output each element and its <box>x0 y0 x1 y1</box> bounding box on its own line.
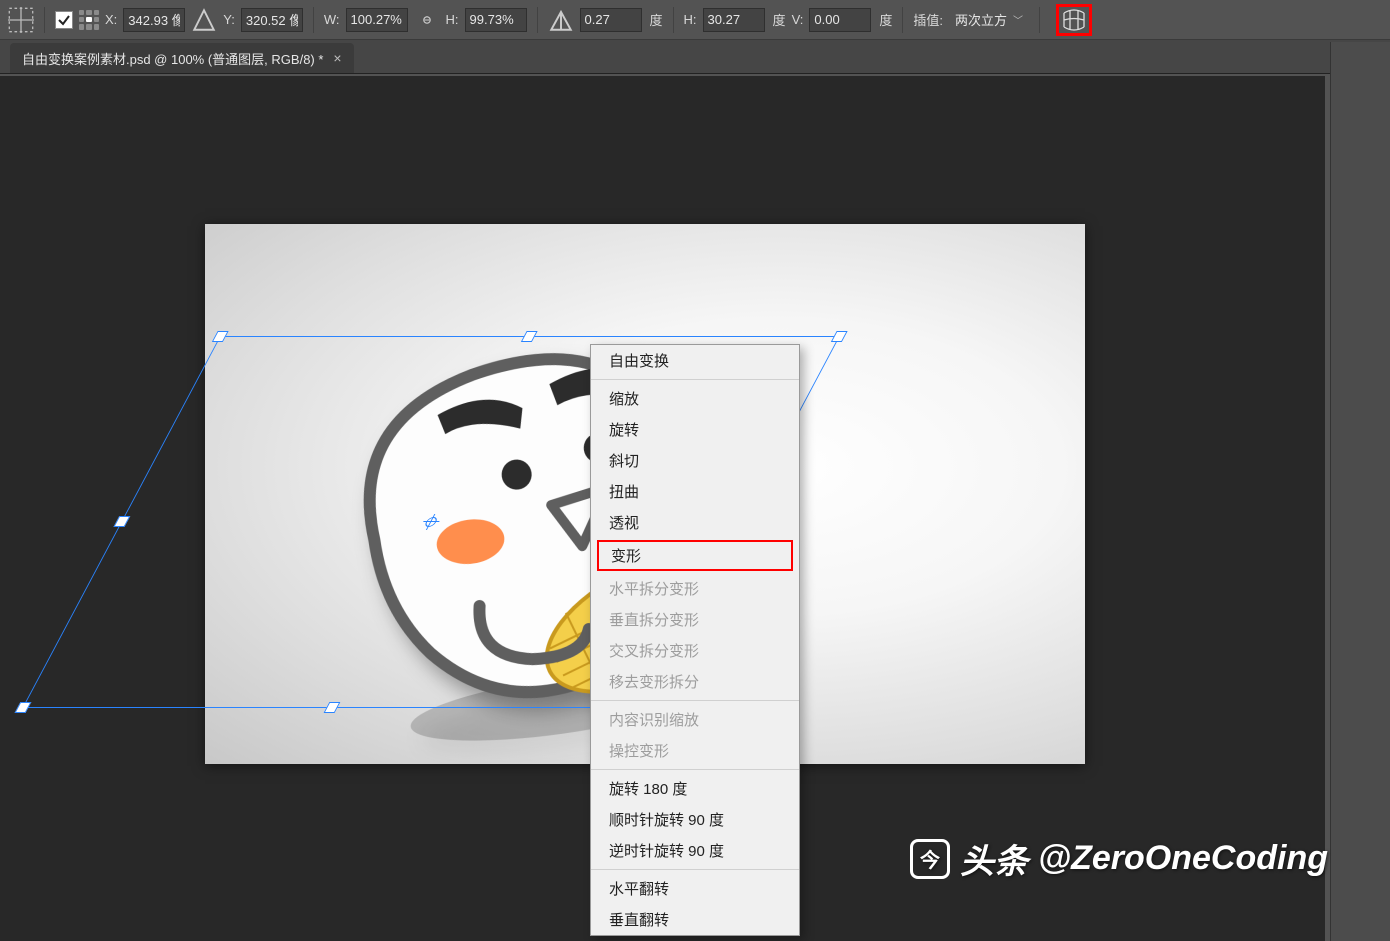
handle-mid-left[interactable] <box>113 516 130 527</box>
menu-divider <box>591 379 799 380</box>
menu-puppet: 操控变形 <box>591 735 799 766</box>
watermark-handle: @ZeroOneCoding <box>1038 839 1328 878</box>
y-label: Y: <box>223 12 235 27</box>
w-label: W: <box>324 12 340 27</box>
menu-warp[interactable]: 变形 <box>597 540 793 571</box>
menu-distort[interactable]: 扭曲 <box>591 476 799 507</box>
y-input[interactable] <box>241 8 303 32</box>
interpolation-label: 插值: <box>913 10 943 29</box>
h-label: H: <box>446 12 459 27</box>
transform-context-menu: 自由变换 缩放 旋转 斜切 扭曲 透视 变形 水平拆分变形 垂直拆分变形 交叉拆… <box>590 344 800 936</box>
watermark-prefix: 头条 <box>960 834 1028 883</box>
handle-bottom-left[interactable] <box>15 702 32 713</box>
menu-divider <box>591 869 799 870</box>
document-tab[interactable]: 自由变换案例素材.psd @ 100% (普通图层, RGB/8) * × <box>10 43 354 73</box>
w-input[interactable] <box>346 8 408 32</box>
rotate-input[interactable] <box>580 8 642 32</box>
transform-options-bar: X: Y: W: H: 度 H: 度 V: 度 插值: 两次立方 ﹀ <box>0 0 1390 40</box>
document-tab-title: 自由变换案例素材.psd @ 100% (普通图层, RGB/8) * <box>22 49 323 68</box>
menu-divider <box>591 769 799 770</box>
tool-icon <box>8 7 34 33</box>
x-label: X: <box>105 12 117 27</box>
skew-h-label: H: <box>684 12 697 27</box>
menu-rotate[interactable]: 旋转 <box>591 414 799 445</box>
menu-split-h: 水平拆分变形 <box>591 573 799 604</box>
interpolation-value: 两次立方 <box>955 10 1007 29</box>
menu-rotate-180[interactable]: 旋转 180 度 <box>591 773 799 804</box>
menu-split-cross: 交叉拆分变形 <box>591 635 799 666</box>
watermark-logo-icon: 今 <box>910 839 950 879</box>
menu-flip-v[interactable]: 垂直翻转 <box>591 904 799 935</box>
chevron-down-icon: ﹀ <box>1013 12 1023 27</box>
menu-split-v: 垂直拆分变形 <box>591 604 799 635</box>
menu-rotate-90cw[interactable]: 顺时针旋转 90 度 <box>591 804 799 835</box>
skew-v-label: V: <box>792 12 804 27</box>
menu-flip-h[interactable]: 水平翻转 <box>591 873 799 904</box>
menu-scale[interactable]: 缩放 <box>591 383 799 414</box>
warp-mode-button[interactable] <box>1056 4 1092 36</box>
handle-top-right[interactable] <box>831 331 848 342</box>
right-dock-panel <box>1330 42 1390 941</box>
close-tab-icon[interactable]: × <box>333 50 341 66</box>
h-input[interactable] <box>465 8 527 32</box>
skew-h-unit: 度 <box>773 10 786 29</box>
handle-top-left[interactable] <box>212 331 229 342</box>
x-input[interactable] <box>123 8 185 32</box>
menu-perspective[interactable]: 透视 <box>591 507 799 538</box>
interpolation-dropdown[interactable]: 两次立方 ﹀ <box>949 10 1029 29</box>
menu-skew[interactable]: 斜切 <box>591 445 799 476</box>
document-tab-bar: 自由变换案例素材.psd @ 100% (普通图层, RGB/8) * × <box>0 40 1390 74</box>
delta-icon[interactable] <box>191 7 217 33</box>
link-aspect-icon[interactable] <box>414 7 440 33</box>
rotate-icon <box>548 7 574 33</box>
menu-rotate-90ccw[interactable]: 逆时针旋转 90 度 <box>591 835 799 866</box>
skew-v-unit: 度 <box>879 10 892 29</box>
menu-remove-split: 移去变形拆分 <box>591 666 799 697</box>
skew-h-input[interactable] <box>703 8 765 32</box>
skew-v-input[interactable] <box>809 8 871 32</box>
rotate-unit: 度 <box>650 10 663 29</box>
toggle-reference-checkbox[interactable] <box>55 11 73 29</box>
menu-divider <box>591 700 799 701</box>
menu-free-transform[interactable]: 自由变换 <box>591 345 799 376</box>
menu-content-aware: 内容识别缩放 <box>591 704 799 735</box>
reference-point-grid[interactable] <box>79 10 99 30</box>
watermark: 今 头条 @ZeroOneCoding <box>910 834 1328 883</box>
